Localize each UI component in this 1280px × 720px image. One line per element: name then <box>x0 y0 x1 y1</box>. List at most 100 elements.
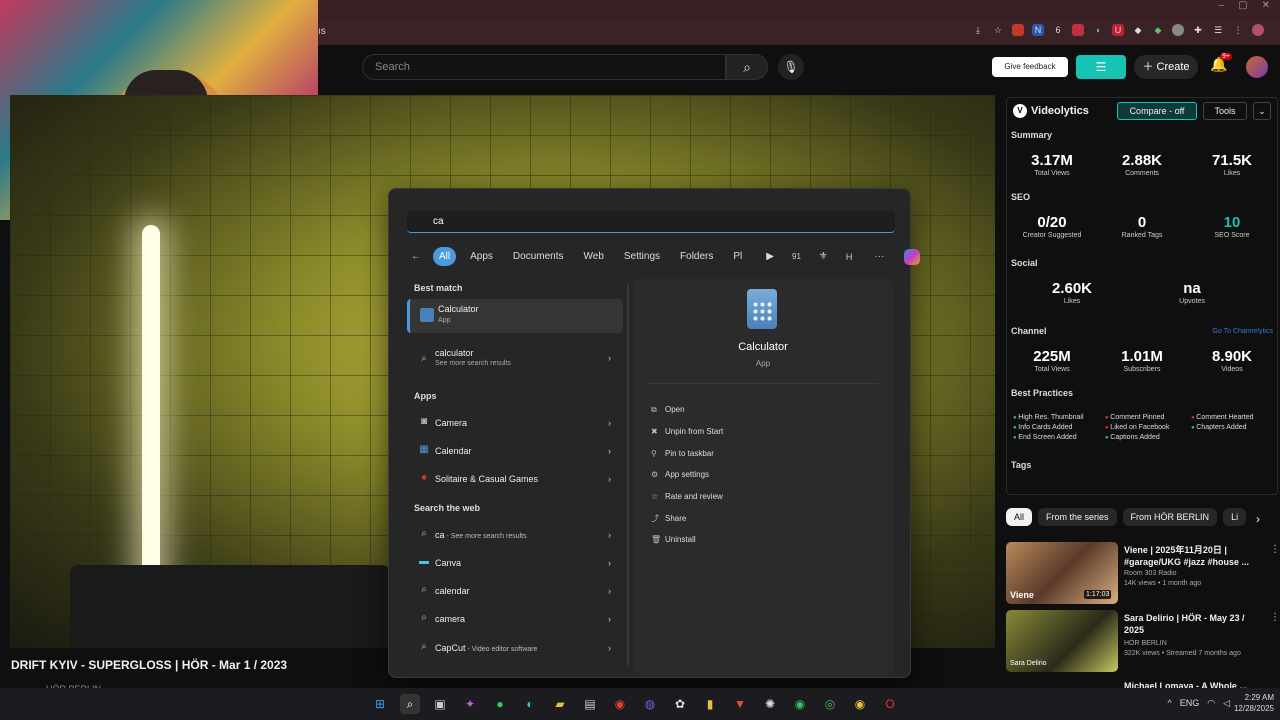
video-title[interactable]: Sara Delirio | HÖR - May 23 / 2025 <box>1124 612 1266 636</box>
best-match-calculator[interactable]: Calculator App <box>407 299 623 333</box>
chatgpt-icon[interactable]: ✺ <box>760 694 780 714</box>
chrome-icon[interactable]: ◉ <box>610 694 630 714</box>
channel-name[interactable]: Room 303 Radio <box>1124 570 1177 577</box>
results-scrollbar[interactable] <box>627 285 629 665</box>
web-result[interactable]: ▬ Canva › <box>407 550 623 576</box>
save-icon[interactable]: ⤓ <box>972 24 984 36</box>
ext-icon[interactable] <box>1072 24 1084 36</box>
more-options-icon[interactable]: ⋮ <box>1270 612 1280 623</box>
search-suggestion[interactable]: ⌕ calculator See more search results › <box>407 345 623 375</box>
star-icon[interactable]: ☆ <box>992 24 1004 36</box>
chevron-down-icon[interactable]: ⌄ <box>1253 102 1271 120</box>
web-result[interactable]: ⌕ camera › <box>407 606 623 632</box>
bookmark-ext-icon[interactable]: ◆ <box>1132 24 1144 36</box>
video-thumbnail[interactable]: Sara Delirio <box>1006 610 1118 672</box>
chip-all[interactable]: All <box>1006 508 1033 526</box>
channelytics-link[interactable]: Go To Channelytics <box>1212 328 1273 335</box>
start-search-input[interactable]: ca <box>407 211 895 233</box>
tray-chevron-icon[interactable]: ^ <box>1167 698 1171 709</box>
minimize-icon[interactable]: – <box>1219 0 1225 11</box>
action-app-settings[interactable]: ⚙ App settings <box>651 470 709 479</box>
opera-icon[interactable]: O <box>880 694 900 714</box>
give-feedback-button[interactable]: Give feedback <box>992 57 1068 77</box>
window-controls[interactable]: – ▢ ✕ <box>1219 0 1270 11</box>
list-item[interactable]: Viene 1:17:03 Viene | 2025年11月20日 | #gar… <box>1006 542 1280 604</box>
media-icon[interactable]: ☰ <box>1212 24 1224 36</box>
avatar[interactable] <box>1246 56 1268 78</box>
action-rate-review[interactable]: ☆ Rate and review <box>651 492 723 501</box>
whatsapp-icon[interactable]: ◎ <box>820 694 840 714</box>
app-solitaire[interactable]: ♠ Solitaire & Casual Games › <box>407 466 623 492</box>
app-camera[interactable]: ◙ Camera › <box>407 410 623 436</box>
chip-more[interactable]: Li <box>1223 508 1247 526</box>
action-unpin[interactable]: ✖ Unpin from Start <box>651 427 723 436</box>
volume-icon[interactable]: ◁ <box>1223 698 1230 709</box>
discord-icon[interactable]: ◍ <box>640 694 660 714</box>
tab-photos[interactable]: Pl <box>727 247 748 266</box>
web-result[interactable]: ⌕ CapCut - Video editor software › <box>407 635 623 661</box>
channel-name[interactable]: HÖR BERLIN <box>1124 640 1167 647</box>
openai-icon[interactable]: ✿ <box>670 694 690 714</box>
chrome-canary-icon[interactable]: ◉ <box>850 694 870 714</box>
profile-icon[interactable] <box>1252 24 1264 36</box>
action-open[interactable]: ⧉ Open <box>651 405 685 415</box>
search-input[interactable]: Search <box>362 54 726 80</box>
copilot-icon[interactable] <box>904 248 921 265</box>
video-title[interactable]: Viene | 2025年11月20日 | #garage/UKG #jazz … <box>1124 544 1266 568</box>
more-options-icon[interactable]: ⋮ <box>1270 544 1280 555</box>
green-ext-icon[interactable]: ◆ <box>1152 24 1164 36</box>
search-button[interactable]: ⌕ <box>726 54 768 80</box>
app-calendar[interactable]: ▦ Calendar › <box>407 438 623 464</box>
close-icon[interactable]: ✕ <box>1262 0 1270 11</box>
list-item[interactable]: Sara Delirio Sara Delirio | HÖR - May 23… <box>1006 610 1280 672</box>
tools-button[interactable]: Tools <box>1203 102 1247 120</box>
copilot-icon[interactable]: ✦ <box>460 694 480 714</box>
voice-search-button[interactable]: 🎙 <box>778 54 804 80</box>
action-share[interactable]: ⤴ Share <box>651 513 686 524</box>
compare-button[interactable]: Compare - off <box>1117 102 1197 120</box>
tab-extra-h[interactable]: H <box>846 252 853 262</box>
tab-folders[interactable]: Folders <box>674 247 719 266</box>
brave-icon[interactable]: ▼ <box>730 694 750 714</box>
chevron-right-icon[interactable]: › <box>1256 512 1260 526</box>
tab-web[interactable]: Web <box>578 247 610 266</box>
chip-from-series[interactable]: From the series <box>1038 508 1117 526</box>
mic-ext-icon[interactable]: ◗ <box>1092 24 1104 36</box>
wifi-icon[interactable]: ◠ <box>1207 698 1215 709</box>
language-indicator[interactable]: ENG <box>1180 698 1200 709</box>
puzzle-icon[interactable]: ✚ <box>1192 24 1204 36</box>
tab-all[interactable]: All <box>433 247 457 266</box>
windows-start-icon[interactable]: ⊞ <box>370 694 390 714</box>
list-item[interactable]: Michael Lomaya - A Whole ... <box>1006 678 1278 688</box>
web-result[interactable]: ⌕ ca - See more search results › <box>407 522 623 548</box>
maximize-icon[interactable]: ▢ <box>1238 0 1247 11</box>
trophy-icon[interactable]: ⚜ <box>819 251 828 262</box>
youtube-ext-icon[interactable] <box>1012 24 1024 36</box>
notes-icon[interactable]: ▮ <box>700 694 720 714</box>
tab-documents[interactable]: Documents <box>507 247 570 266</box>
videolytics-toggle-button[interactable]: ☰ <box>1076 55 1126 79</box>
menu-icon[interactable]: ⋮ <box>1232 24 1244 36</box>
back-arrow-icon[interactable]: ← <box>411 251 421 262</box>
action-pin-taskbar[interactable]: ⚲ Pin to taskbar <box>651 449 714 458</box>
gray-ext-icon[interactable] <box>1172 24 1184 36</box>
store-icon[interactable]: ▤ <box>580 694 600 714</box>
b-ext-icon[interactable]: 6 <box>1052 24 1064 36</box>
video-title[interactable]: Michael Lomaya - A Whole ... <box>1124 680 1266 688</box>
chrome-alt-icon[interactable]: ◉ <box>790 694 810 714</box>
clock[interactable]: 2:29 AM 12/28/2025 <box>1234 692 1274 714</box>
web-result[interactable]: ⌕ calendar › <box>407 578 623 604</box>
address-bar-fragment[interactable]: ıs <box>318 26 326 37</box>
n-ext-icon[interactable]: N <box>1032 24 1044 36</box>
tab-apps[interactable]: Apps <box>464 247 499 266</box>
task-view-icon[interactable]: ▣ <box>430 694 450 714</box>
tab-settings[interactable]: Settings <box>618 247 666 266</box>
create-button[interactable]: ＋ Create <box>1134 55 1198 79</box>
more-options-icon[interactable]: ··· <box>874 251 884 262</box>
u-ext-icon[interactable]: U <box>1112 24 1124 36</box>
edge-icon[interactable]: ◐ <box>520 694 540 714</box>
spotify-icon[interactable]: ● <box>490 694 510 714</box>
search-icon[interactable]: ⌕ <box>400 694 420 714</box>
play-icon[interactable]: ▶ <box>766 251 774 262</box>
action-uninstall[interactable]: 🗑 Uninstall <box>651 535 696 544</box>
